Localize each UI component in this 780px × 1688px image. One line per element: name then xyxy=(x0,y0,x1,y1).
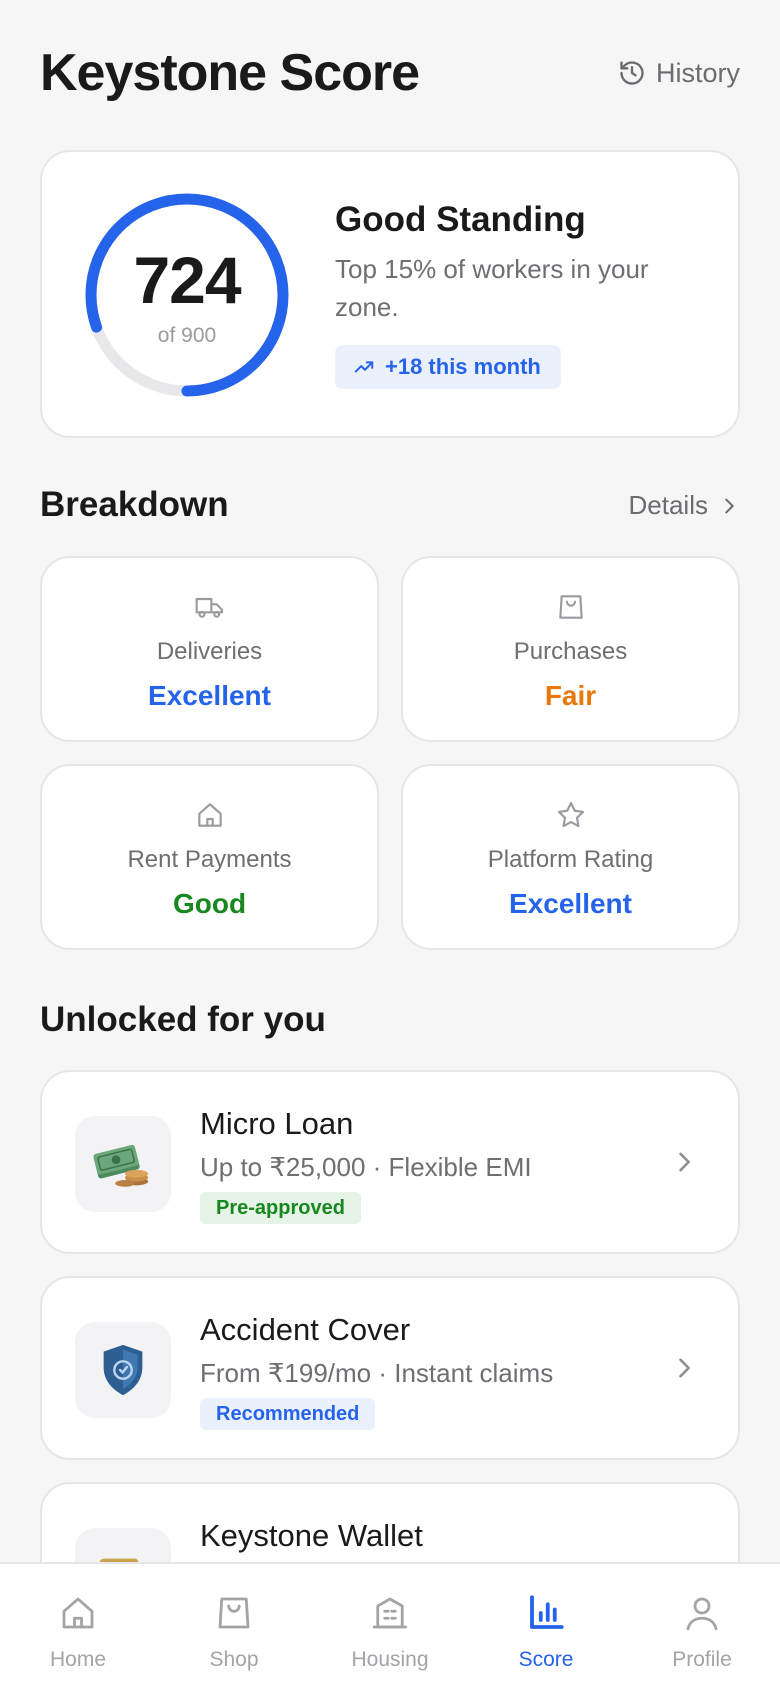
offer-micro-loan[interactable]: Micro Loan Up to ₹25,000 · Flexible EMI … xyxy=(40,1070,740,1254)
standing-description: Top 15% of workers in your zone. xyxy=(335,254,649,322)
page-title: Keystone Score xyxy=(40,44,420,102)
score-value: 724 xyxy=(133,243,241,317)
nav-label: Home xyxy=(49,1648,107,1671)
home-icon xyxy=(197,803,222,827)
offer-accident-cover[interactable]: Accident Cover From ₹199/mo · Instant cl… xyxy=(40,1276,740,1460)
money-icon xyxy=(93,1144,149,1187)
tile-value: Good xyxy=(172,888,247,919)
unlocked-title: Unlocked for you xyxy=(40,1000,326,1039)
breakdown-tile-rent[interactable]: Rent Payments Good xyxy=(40,764,379,950)
history-label: History xyxy=(655,57,740,88)
score-max: of 900 xyxy=(157,324,217,347)
tile-label: Rent Payments xyxy=(127,846,292,873)
user-icon xyxy=(686,1597,718,1631)
breakdown-tile-rating[interactable]: Platform Rating Excellent xyxy=(401,764,740,950)
offer-title: Accident Cover xyxy=(200,1312,411,1347)
breakdown-tile-deliveries[interactable]: Deliveries Excellent xyxy=(40,556,379,742)
nav-home[interactable]: Home xyxy=(0,1564,156,1688)
tile-value: Excellent xyxy=(148,680,271,711)
breakdown-tile-purchases[interactable]: Purchases Fair xyxy=(401,556,740,742)
nav-label: Housing xyxy=(351,1648,429,1671)
trend-label: +18 this month xyxy=(385,354,541,379)
chevron-right-icon xyxy=(679,1358,690,1378)
history-icon xyxy=(620,61,644,85)
tile-label: Deliveries xyxy=(156,638,263,665)
history-button[interactable]: History xyxy=(618,58,740,89)
nav-label: Shop xyxy=(209,1648,259,1671)
score-card[interactable]: 724 of 900 Good Standing Top 15% of work… xyxy=(40,150,740,438)
nav-profile[interactable]: Profile xyxy=(624,1564,780,1688)
details-label: Details xyxy=(628,490,708,520)
chevron-right-icon xyxy=(725,498,734,513)
building-icon xyxy=(372,1597,408,1629)
shopping-bag-icon xyxy=(558,595,583,619)
chevron-right-icon xyxy=(679,1152,690,1172)
offer-keystone-wallet[interactable]: Keystone Wallet xyxy=(40,1482,740,1562)
trending-up-icon xyxy=(354,361,374,373)
wallet-icon xyxy=(99,1558,139,1562)
truck-icon xyxy=(195,597,223,618)
offer-thumbnail xyxy=(75,1116,171,1212)
breakdown-title: Breakdown xyxy=(40,485,229,524)
offer-description: Up to ₹25,000 · Flexible EMI xyxy=(200,1152,532,1182)
score-screen[interactable]: Keystone Score History 724 of 900 Good S… xyxy=(0,0,780,1562)
trend-badge: +18 this month xyxy=(335,345,561,389)
tile-value: Excellent xyxy=(509,888,632,919)
nav-shop[interactable]: Shop xyxy=(156,1564,312,1688)
shield-icon xyxy=(103,1344,143,1396)
star-icon xyxy=(557,801,584,828)
bottom-nav: Home Shop Housing Score Profile xyxy=(0,1562,780,1688)
shopping-bag-icon xyxy=(218,1597,250,1629)
nav-housing[interactable]: Housing xyxy=(312,1564,468,1688)
offer-thumbnail xyxy=(75,1322,171,1418)
pre-approved-badge: Pre-approved xyxy=(200,1192,361,1224)
offer-title: Micro Loan xyxy=(200,1106,354,1141)
tile-label: Purchases xyxy=(513,638,628,665)
tile-label: Platform Rating xyxy=(487,846,654,873)
bar-chart-icon xyxy=(530,1595,564,1629)
home-icon xyxy=(62,1597,94,1629)
offer-title: Keystone Wallet xyxy=(200,1518,423,1553)
details-link[interactable]: Details xyxy=(629,490,740,521)
score-ring: 724 of 900 xyxy=(82,190,292,400)
nav-score[interactable]: Score xyxy=(468,1564,624,1688)
offer-thumbnail xyxy=(75,1528,171,1562)
recommended-badge: Recommended xyxy=(200,1398,376,1430)
tile-value: Fair xyxy=(544,680,597,711)
offer-description: From ₹199/mo · Instant claims xyxy=(200,1358,554,1388)
nav-label: Profile xyxy=(672,1648,732,1671)
nav-label: Score xyxy=(518,1648,574,1671)
header: Keystone Score History xyxy=(40,40,740,106)
standing-title: Good Standing xyxy=(335,200,586,239)
